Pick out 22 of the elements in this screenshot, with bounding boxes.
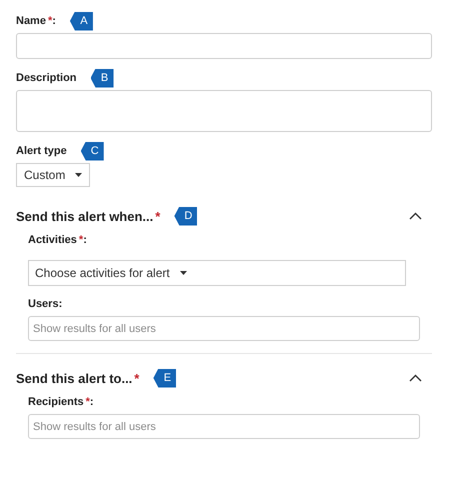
callout-tag: D	[174, 206, 198, 226]
field-label: Recipients *:	[28, 396, 94, 408]
field-label: Activities *:	[28, 234, 87, 246]
callout-tag: C	[80, 142, 104, 160]
callout-tag: B	[90, 68, 114, 88]
section-title: Send this alert when...*	[16, 208, 160, 224]
field-label: Name *:	[16, 15, 56, 27]
input-field[interactable]	[16, 33, 432, 59]
input-field[interactable]: Show results for all users	[28, 316, 420, 341]
field-label: Alert type	[16, 145, 67, 157]
input-field[interactable]: Show results for all users	[28, 414, 420, 439]
field-label: Users:	[28, 298, 62, 310]
section-title: Send this alert to...*	[16, 370, 140, 386]
chevron-icon[interactable]	[409, 212, 422, 220]
callout-tag: A	[70, 12, 93, 30]
field-label: Description	[16, 72, 77, 84]
caret-icon	[180, 271, 187, 275]
dropdown[interactable]: Choose activities for alert	[28, 260, 406, 286]
dropdown[interactable]: Custom	[16, 163, 90, 187]
chevron-icon[interactable]	[409, 374, 422, 382]
caret-icon	[75, 173, 82, 177]
callout-tag: E	[153, 368, 176, 388]
